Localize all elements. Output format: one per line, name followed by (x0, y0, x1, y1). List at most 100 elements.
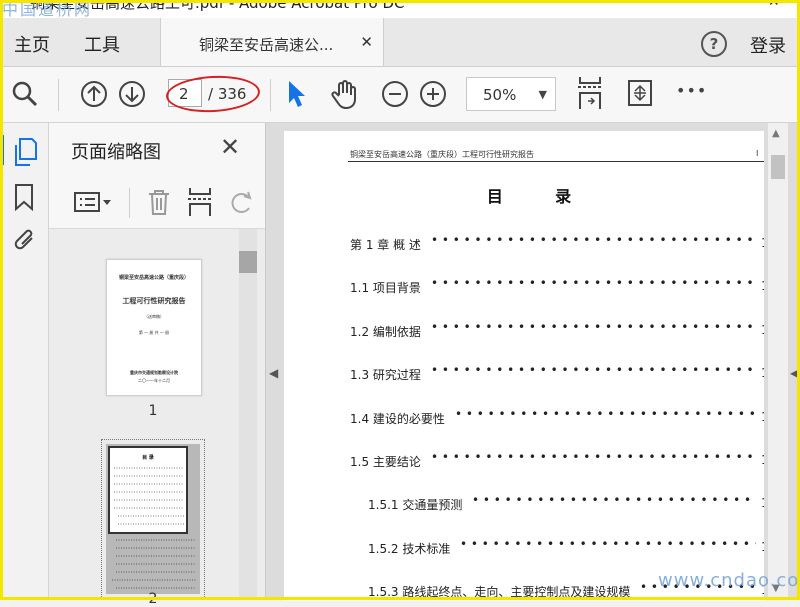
thumbnail-text: 工程可行性研究报告 (122, 297, 186, 305)
zoom-in-icon[interactable] (419, 80, 447, 112)
toc-leader-dots: ••••••••••••••••••••••••••••••••••••••••… (431, 450, 756, 464)
zoom-level-value: 50% (483, 86, 517, 104)
toc-entry-text: 1.4 建设的必要性 (350, 411, 445, 426)
toc-entry[interactable]: 1.2 编制依据 ••••••••••••••••••••••••••••••••… (284, 320, 764, 341)
site-logo-watermark: 中国道桥网 (2, 0, 93, 18)
more-options-icon[interactable]: ••• (676, 81, 707, 100)
toc-entry-page: 1 (761, 236, 764, 250)
thumbnail-text: 第 一 册 共 一 册 (138, 330, 170, 335)
toc-entry-page: 1 (761, 323, 764, 337)
toc-entry-page: 1 (761, 366, 764, 380)
toc-entry[interactable]: 1.1 项目背景 ••••••••••••••••••••••••••••••••… (284, 276, 764, 297)
toc-leader-dots: ••••••••••••••••••••••••••••••••••••••••… (431, 363, 756, 378)
left-navigation-rail (0, 123, 49, 600)
page-thumbnails-icon[interactable] (12, 137, 38, 171)
panel-title: 页面缩略图 (71, 142, 161, 163)
window-title-bar: 铜梁至安岳高速公路工可.pdf - Adobe Acrobat Pro DC 中… (0, 0, 800, 18)
toc-leader-dots: ••••••••••••••••••••••••••••••••••••••••… (455, 406, 756, 421)
toc-entry[interactable]: 第 1 章 概 述 •••••••••••••••••••••••••••••••… (284, 233, 764, 254)
document-view: ◀ 铜梁至安岳高速公路（重庆段）工程可行性研究报告 I 目 录 第 1 章 概 … (266, 123, 800, 601)
thumbnail-text: 重庆市交通规划勘察设计院 (130, 370, 178, 375)
toc-entry-text: 第 1 章 概 述 (350, 238, 421, 252)
thumbnail-text: （送审稿） (144, 314, 164, 319)
toc-entry-page: 1 (761, 279, 764, 293)
toc-title: 目 录 (486, 187, 578, 206)
page-thumbnail: 目 录 (106, 444, 200, 594)
header-rule (348, 161, 764, 162)
page-header: 铜梁至安岳高速公路（重庆段）工程可行性研究报告 (350, 150, 534, 159)
panel-toolbar (49, 178, 265, 229)
page-thumbnail-selected[interactable]: 目 录 (101, 439, 205, 599)
thumbnail-list: 铜梁至安岳高速公路（重庆段） 工程可行性研究报告 （送审稿） 第 一 册 共 一… (49, 229, 265, 607)
attachment-icon[interactable] (12, 226, 38, 260)
toc-leader-dots: ••••••••••••••••••••••••••••••••••••••••… (431, 276, 756, 291)
selected-indicator (0, 135, 4, 165)
toc-entry[interactable]: 1.5 主要结论 ••••••••••••••••••••••••••••••••… (284, 450, 764, 471)
search-icon[interactable] (11, 80, 39, 112)
thumbnail-toc-lines (112, 539, 196, 589)
thumbnail-text: 铜梁至安岳高速公路（重庆段） (118, 275, 189, 281)
document-tab-label: 铜梁至安岳高速公... (199, 36, 334, 54)
menu-tab-bar: 主页 工具 铜梁至安岳高速公... ✕ ? 登录 (0, 18, 800, 67)
toc-entry[interactable]: 1.4 建设的必要性 ••••••••••••••••••••••••••••••… (284, 406, 764, 428)
previous-page-icon[interactable] (80, 80, 108, 112)
bookmark-icon[interactable] (13, 183, 35, 215)
page-thumbnail[interactable]: 铜梁至安岳高速公路（重庆段） 工程可行性研究报告 （送审稿） 第 一 册 共 一… (106, 259, 202, 396)
collapse-panel-arrow-icon[interactable]: ◀ (269, 366, 278, 380)
toc-leader-dots: ••••••••••••••••••••••••••••••••••••••••… (472, 493, 756, 508)
toolbar-separator (270, 79, 271, 111)
next-page-icon[interactable] (118, 80, 146, 112)
toc-leader-dots: ••••••••••••••••••••••••••••••••••••••••… (460, 536, 756, 551)
panel-scrollbar[interactable] (239, 229, 257, 600)
document-page: 铜梁至安岳高速公路（重庆段）工程可行性研究报告 I 目 录 第 1 章 概 述 •… (284, 131, 764, 601)
chevron-down-icon: ▼ (538, 88, 547, 101)
toc-entry[interactable]: 1.5.1 交通量预测 •••••••••••••••••••••••••••••… (284, 493, 764, 514)
document-tab[interactable]: 铜梁至安岳高速公... ✕ (160, 18, 384, 66)
page-header-number: I (756, 149, 759, 158)
document-scrollbar-thumb[interactable] (771, 155, 785, 179)
toc-entry-text: 1.2 编制依据 (350, 324, 421, 339)
toc-entry-page: 1- (761, 540, 764, 554)
toc-entry-page: 1- (761, 496, 764, 510)
toc-entry-page: 1 (761, 410, 764, 424)
thumbnail-text: 目 录 (142, 455, 154, 461)
toc-entry-text: 1.5 主要结论 (350, 455, 421, 469)
thumbnail-options-icon[interactable] (73, 190, 113, 218)
select-cursor-icon[interactable] (286, 79, 308, 113)
panel-toolbar-separator (129, 188, 130, 218)
toolbar-separator (58, 79, 59, 111)
toc-entry-text: 1.1 项目背景 (350, 281, 421, 296)
hand-tool-icon[interactable] (330, 78, 360, 114)
toc-leader-dots: ••••••••••••••••••••••••••••••••••••••••… (431, 233, 756, 247)
toc-entry-text: 1.3 研究过程 (350, 368, 421, 383)
thumbnail-page-number: 2 (148, 591, 158, 607)
delete-page-icon[interactable] (147, 188, 171, 220)
insert-page-icon[interactable] (187, 186, 213, 222)
window-close-button[interactable]: ✕ (768, 0, 780, 10)
page-thumbnails-panel: 页面缩略图 ✕ 铜梁至安岳高速公路（重庆段） 工程可行性研究报告 （送审稿） 第… (49, 123, 266, 607)
help-icon[interactable]: ? (701, 31, 727, 57)
panel-close-icon[interactable]: ✕ (220, 133, 240, 161)
scroll-up-arrow-icon[interactable]: ▲ (772, 128, 780, 139)
login-link[interactable]: 登录 (750, 32, 786, 58)
toc-entry[interactable]: 1.5.2 技术标准 ••••••••••••••••••••••••••••••… (284, 536, 764, 558)
visible-area-rectangle[interactable]: 目 录 (108, 446, 188, 534)
tools-menu[interactable]: 工具 (84, 31, 120, 57)
toc-entry[interactable]: 1.3 研究过程 ••••••••••••••••••••••••••••••••… (284, 363, 764, 384)
document-scrollbar[interactable]: ▲ ▼ (768, 123, 788, 600)
rotate-page-icon[interactable] (229, 188, 253, 220)
panel-scrollbar-thumb[interactable] (239, 251, 257, 273)
zoom-out-icon[interactable] (381, 80, 409, 112)
expand-right-panel-arrow-icon[interactable]: ◀ (790, 366, 799, 380)
home-menu[interactable]: 主页 (14, 31, 50, 57)
fit-page-icon[interactable] (576, 75, 604, 115)
zoom-level-select[interactable]: 50% ▼ (466, 77, 556, 111)
document-tab-close-icon[interactable]: ✕ (360, 33, 373, 51)
toc-entry-text: 1.5.3 路线起终点、走向、主要控制点及建设规模 (368, 585, 631, 600)
full-screen-icon[interactable] (626, 78, 654, 112)
minimize-button[interactable]: – (707, 0, 714, 10)
toc-entry-text: 1.5.1 交通量预测 (368, 498, 463, 513)
thumbnail-toc-lines (114, 467, 184, 525)
site-url-watermark: www.cndao.com (658, 570, 800, 591)
toc-entry-text: 1.5.2 技术标准 (368, 541, 451, 556)
